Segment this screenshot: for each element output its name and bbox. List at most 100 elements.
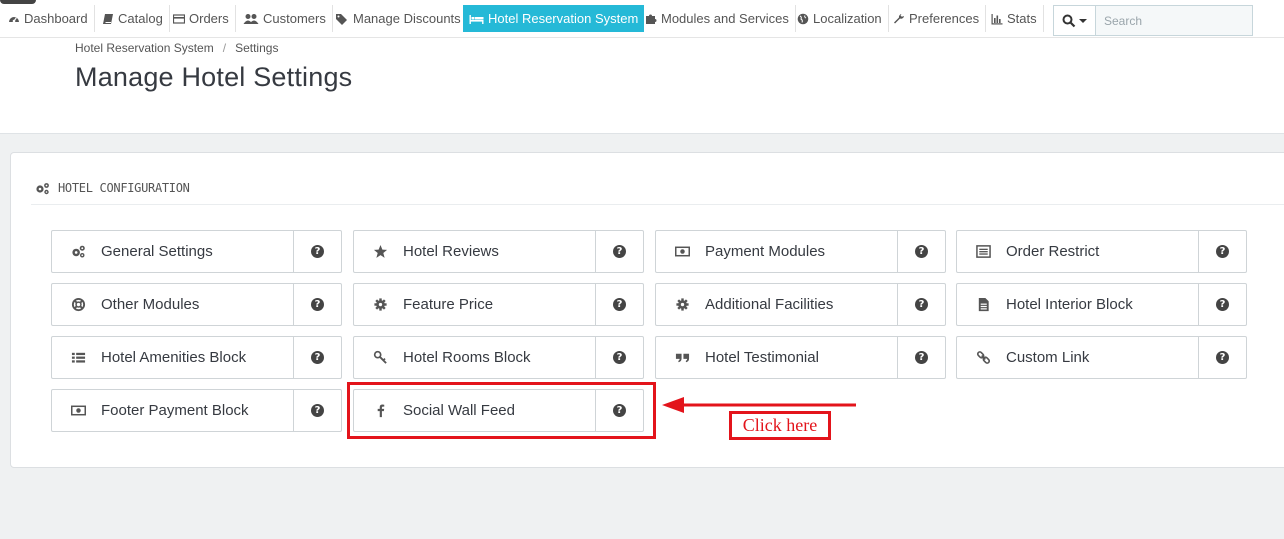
nav-dashboard[interactable]: Dashboard xyxy=(2,5,95,32)
list-icon xyxy=(70,350,86,366)
setting-label: Hotel Interior Block xyxy=(1006,296,1133,313)
help-button[interactable]: ? xyxy=(898,231,945,272)
setting-link[interactable]: Hotel Rooms Block xyxy=(354,337,596,378)
search-type-dropdown[interactable] xyxy=(1053,5,1095,36)
nav-label: Modules and Services xyxy=(661,11,789,26)
nav-catalog[interactable]: Catalog xyxy=(96,5,170,32)
nav-modules-and-services[interactable]: Modules and Services xyxy=(639,5,796,32)
question-circle-icon: ? xyxy=(311,298,324,311)
setting-link[interactable]: General Settings xyxy=(52,231,294,272)
nav-hotel-reservation-system[interactable]: Hotel Reservation System xyxy=(463,5,645,32)
nav-stats[interactable]: Stats xyxy=(985,5,1044,32)
life-ring-icon xyxy=(70,297,86,313)
gear-icon xyxy=(372,297,388,313)
nav-label: Stats xyxy=(1007,11,1037,26)
help-button[interactable]: ? xyxy=(898,337,945,378)
setting-link[interactable]: Hotel Interior Block xyxy=(957,284,1199,325)
nav-label: Preferences xyxy=(909,11,980,26)
page-title: Manage Hotel Settings xyxy=(75,62,353,92)
setting-label: Hotel Reviews xyxy=(403,243,499,260)
setting-link[interactable]: Order Restrict xyxy=(957,231,1199,272)
setting-label: Additional Facilities xyxy=(705,296,834,313)
file-icon xyxy=(975,297,991,313)
setting-additional-facilities: Additional Facilities ? xyxy=(655,283,946,326)
puzzle-icon xyxy=(645,13,657,25)
setting-link[interactable]: Footer Payment Block xyxy=(52,390,294,431)
nav-orders[interactable]: Orders xyxy=(167,5,236,32)
breadcrumb-separator: / xyxy=(222,41,227,55)
breadcrumb-item: Settings xyxy=(235,41,279,55)
nav-preferences[interactable]: Preferences xyxy=(887,5,987,32)
setting-other-modules: Other Modules ? xyxy=(51,283,342,326)
setting-link[interactable]: Additional Facilities xyxy=(656,284,898,325)
link-icon xyxy=(975,350,991,366)
setting-link[interactable]: Hotel Reviews xyxy=(354,231,596,272)
question-circle-icon: ? xyxy=(613,245,626,258)
divider xyxy=(31,204,1284,205)
question-circle-icon: ? xyxy=(1216,351,1229,364)
search-icon xyxy=(1062,14,1076,28)
question-circle-icon: ? xyxy=(1216,298,1229,311)
nav-label: Localization xyxy=(813,11,882,26)
help-button[interactable]: ? xyxy=(1199,337,1246,378)
setting-label: Hotel Amenities Block xyxy=(101,349,247,366)
setting-label: Feature Price xyxy=(403,296,494,313)
help-button[interactable]: ? xyxy=(1199,284,1246,325)
top-navigation: Dashboard Catalog Orders Customers Manag… xyxy=(0,0,1284,38)
question-circle-icon: ? xyxy=(915,245,928,258)
help-button[interactable]: ? xyxy=(596,337,643,378)
question-circle-icon: ? xyxy=(1216,245,1229,258)
setting-hotel-amenities-block: Hotel Amenities Block ? xyxy=(51,336,342,379)
setting-link[interactable]: Other Modules xyxy=(52,284,294,325)
cogs-icon xyxy=(35,182,51,195)
question-circle-icon: ? xyxy=(311,404,324,417)
setting-label: Hotel Testimonial xyxy=(705,349,819,366)
nav-manage-discounts[interactable]: Manage Discounts xyxy=(329,5,468,32)
breadcrumb: Hotel Reservation System / Settings xyxy=(75,41,278,55)
question-circle-icon: ? xyxy=(311,245,324,258)
bar-chart-icon xyxy=(991,13,1003,25)
quote-icon xyxy=(674,350,690,366)
panel-heading: HOTEL CONFIGURATION xyxy=(35,181,190,195)
setting-hotel-rooms-block: Hotel Rooms Block ? xyxy=(353,336,644,379)
key-icon xyxy=(372,350,388,366)
annotation-label: Click here xyxy=(729,411,831,440)
setting-label: Payment Modules xyxy=(705,243,826,260)
setting-label: Custom Link xyxy=(1006,349,1090,366)
nav-label: Customers xyxy=(263,11,326,26)
bed-icon xyxy=(469,13,484,25)
setting-link[interactable]: Custom Link xyxy=(957,337,1199,378)
credit-card-icon xyxy=(173,13,185,25)
wrench-icon xyxy=(893,13,905,25)
setting-label: Hotel Rooms Block xyxy=(403,349,531,366)
setting-link[interactable]: Payment Modules xyxy=(656,231,898,272)
search-input[interactable] xyxy=(1095,5,1253,36)
help-button[interactable]: ? xyxy=(294,284,341,325)
nav-customers[interactable]: Customers xyxy=(237,5,333,32)
list-alt-icon xyxy=(975,244,991,260)
setting-hotel-interior-block: Hotel Interior Block ? xyxy=(956,283,1247,326)
nav-localization[interactable]: Localization xyxy=(791,5,889,32)
help-button[interactable]: ? xyxy=(1199,231,1246,272)
annotation-highlight-box xyxy=(347,382,656,439)
setting-label: Footer Payment Block xyxy=(101,402,249,419)
panel-heading-text: HOTEL CONFIGURATION xyxy=(58,181,190,195)
setting-link[interactable]: Hotel Amenities Block xyxy=(52,337,294,378)
page-header: Hotel Reservation System / Settings Mana… xyxy=(0,38,1284,134)
setting-link[interactable]: Hotel Testimonial xyxy=(656,337,898,378)
help-button[interactable]: ? xyxy=(294,390,341,431)
dashboard-icon xyxy=(8,13,20,25)
question-circle-icon: ? xyxy=(915,351,928,364)
setting-label: Other Modules xyxy=(101,296,200,313)
help-button[interactable]: ? xyxy=(898,284,945,325)
caret-down-icon xyxy=(1079,18,1087,24)
help-button[interactable]: ? xyxy=(596,231,643,272)
help-button[interactable]: ? xyxy=(294,337,341,378)
breadcrumb-item[interactable]: Hotel Reservation System xyxy=(75,41,214,55)
setting-link[interactable]: Feature Price xyxy=(354,284,596,325)
question-circle-icon: ? xyxy=(613,298,626,311)
help-button[interactable]: ? xyxy=(294,231,341,272)
help-button[interactable]: ? xyxy=(596,284,643,325)
users-icon xyxy=(243,13,259,25)
tags-icon xyxy=(335,13,349,25)
